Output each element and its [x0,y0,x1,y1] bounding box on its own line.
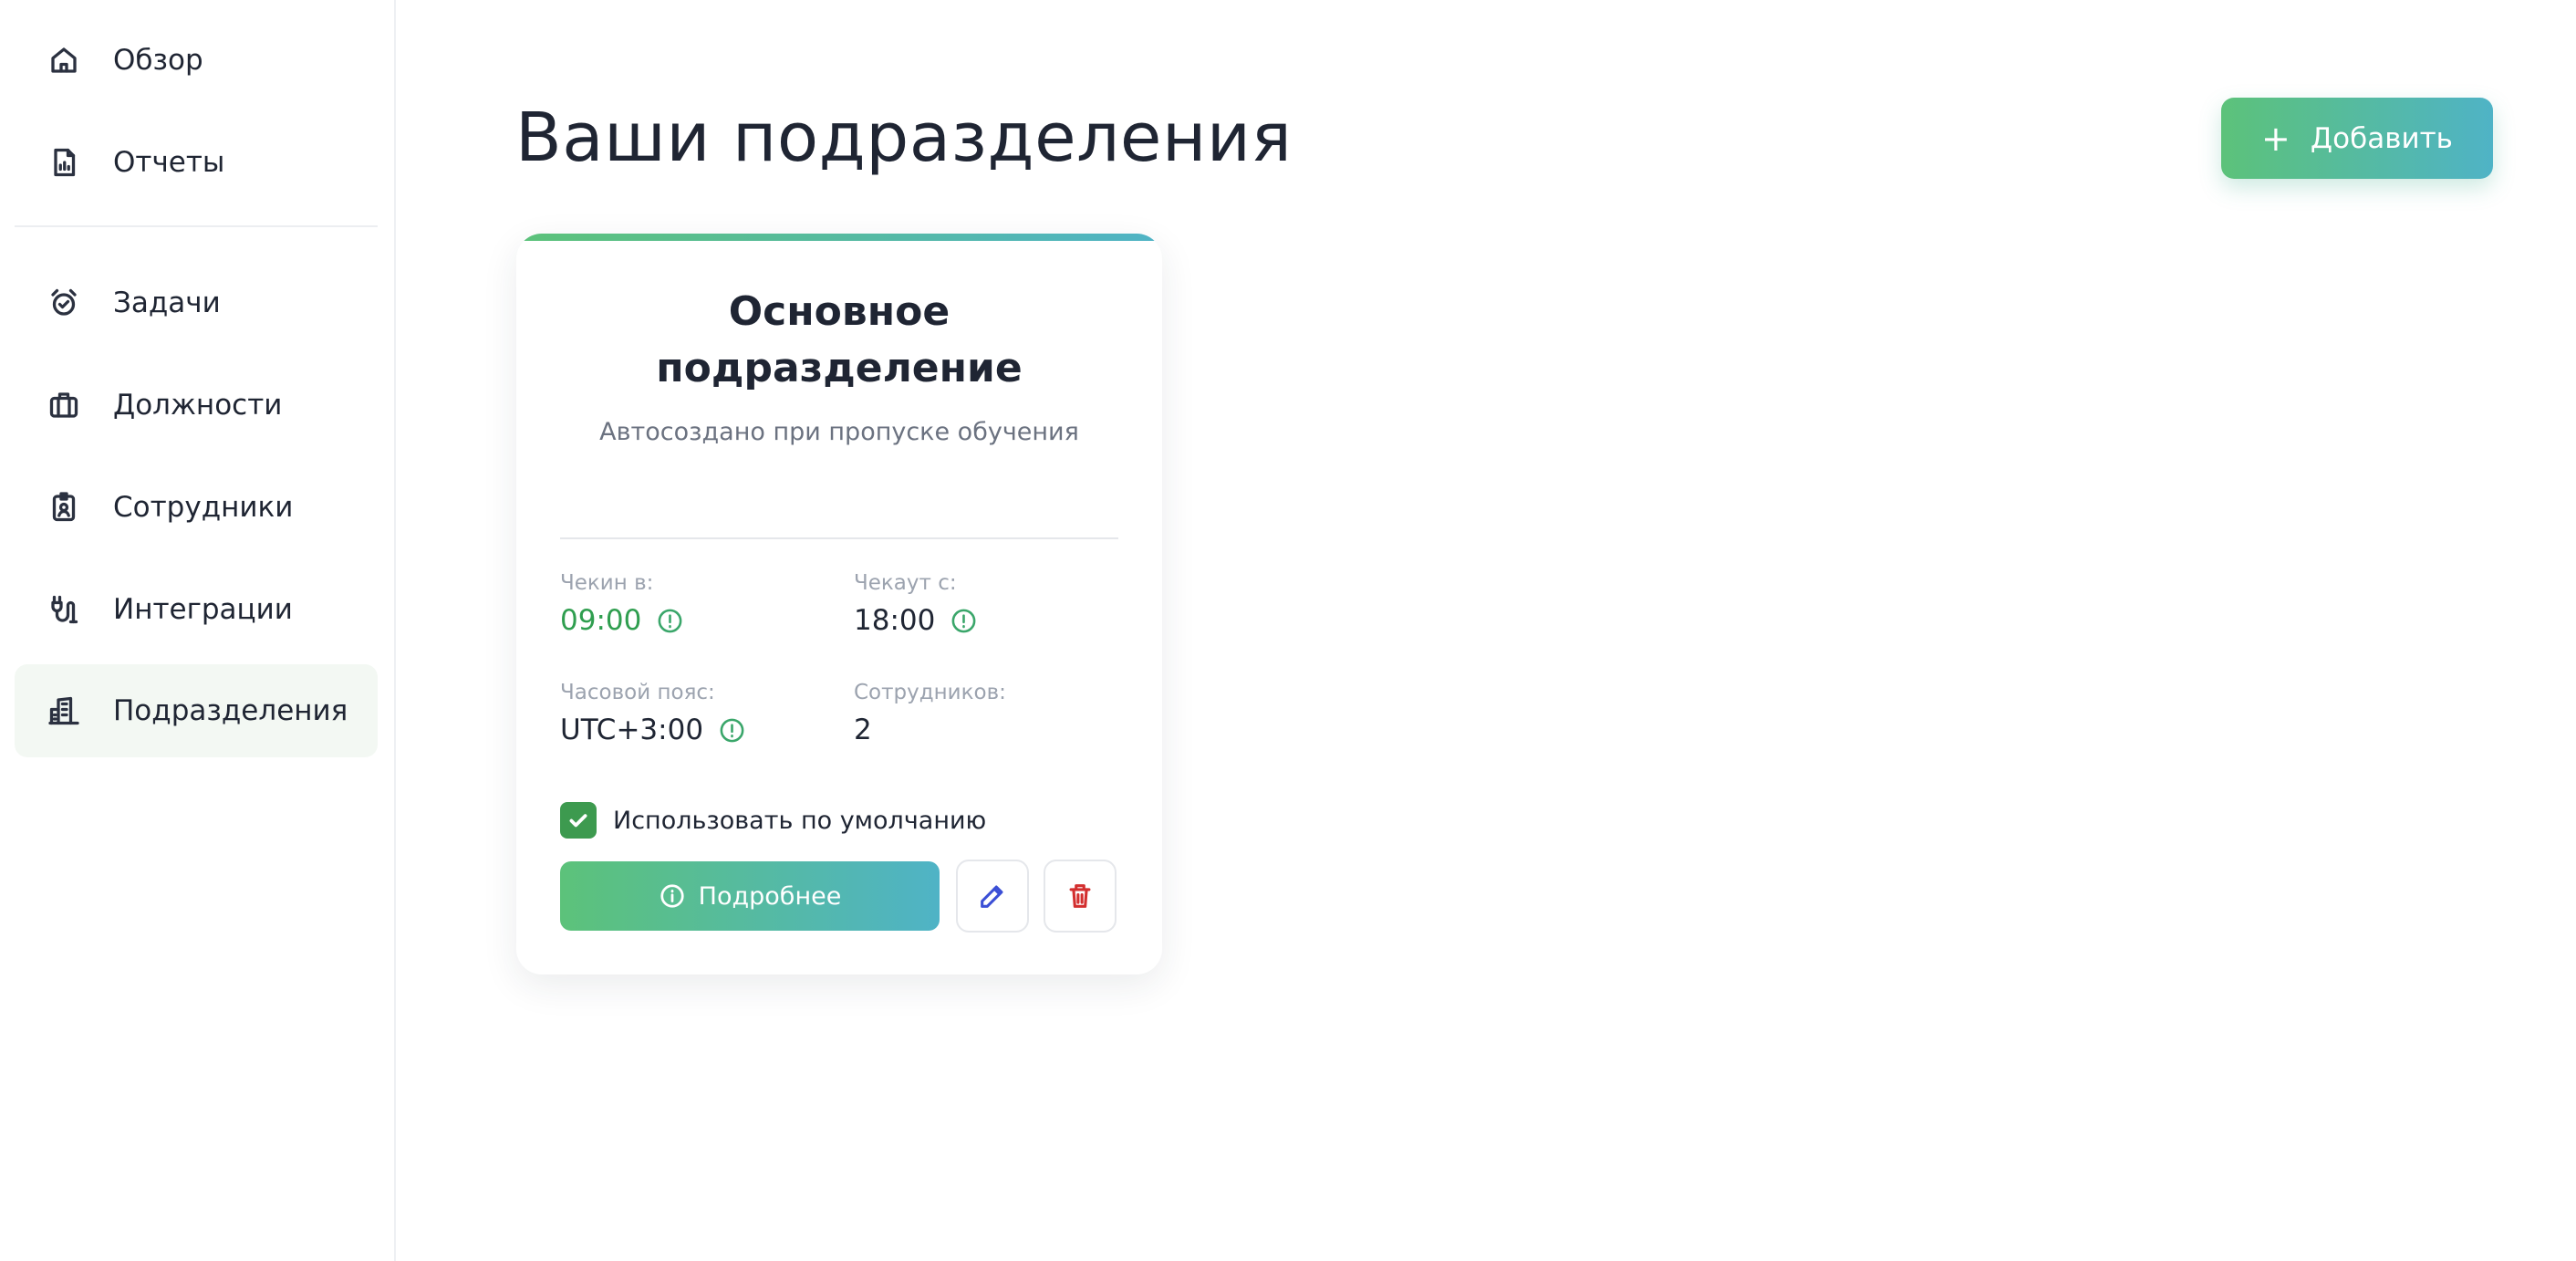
checkin-info-icon[interactable] [656,607,684,635]
details-button-label: Подробнее [698,881,842,911]
plug-icon [46,591,82,628]
default-checkbox-label[interactable]: Использовать по умолчанию [613,807,986,835]
checkin-label: Чекин в: [560,571,654,595]
edit-button[interactable] [956,860,1029,933]
checkin-value-row: 09:00 [560,604,684,637]
sidebar-item-tasks[interactable]: Задачи [15,256,378,349]
sidebar-item-label: Интеграции [113,593,293,626]
sidebar-item-reports[interactable]: Отчеты [15,116,378,209]
default-checkbox-row[interactable]: Использовать по умолчанию [560,802,986,839]
default-checkbox[interactable] [560,802,597,839]
plus-icon: + [2261,118,2290,159]
sidebar-item-integrations[interactable]: Интеграции [15,563,378,656]
card-accent-bar [516,234,1162,241]
checkin-field: Чекин в: 09:00 [560,571,684,637]
timezone-label: Часовой пояс: [560,681,715,704]
department-card: Основное подразделение Автосоздано при п… [516,234,1162,974]
home-icon [46,42,82,78]
sidebar-item-employees[interactable]: Сотрудники [15,461,378,554]
report-icon [46,144,82,181]
page-title: Ваши подразделения [515,99,1293,177]
id-badge-icon [46,489,82,526]
alarm-clock-icon [46,285,82,321]
timezone-value: UTC+3:00 [560,714,704,746]
pencil-icon [981,885,1003,908]
checkout-info-icon[interactable] [950,607,978,635]
add-button[interactable]: + Добавить [2221,98,2493,179]
timezone-value-row: UTC+3:00 [560,714,746,746]
sidebar-item-label: Обзор [113,44,203,77]
briefcase-icon [46,387,82,423]
delete-button[interactable] [1044,860,1117,933]
checkout-field: Чекаут с: 18:00 [854,571,978,637]
sidebar-item-label: Подразделения [113,694,348,727]
sidebar-item-label: Должности [113,389,283,422]
employees-field: Сотрудников: 2 [854,681,1006,746]
info-icon [660,884,684,908]
timezone-info-icon[interactable] [718,716,746,745]
trash-icon [1069,884,1091,908]
department-title: Основное подразделение [656,288,1023,391]
sidebar-item-label: Сотрудники [113,491,294,524]
employees-label: Сотрудников: [854,681,1006,704]
sidebar-item-overview[interactable]: Обзор [15,14,378,107]
checkout-value: 18:00 [854,604,936,637]
checkout-label: Чекаут с: [854,571,957,595]
add-button-label: Добавить [2310,121,2453,155]
sidebar-item-label: Задачи [113,287,221,319]
details-button[interactable]: Подробнее [560,861,940,931]
timezone-field: Часовой пояс: UTC+3:00 [560,681,746,746]
building-icon [46,693,82,729]
sidebar-item-departments[interactable]: Подразделения [15,664,378,757]
department-subtitle: Автосоздано при пропуске обучения [599,418,1079,446]
sidebar-divider [15,225,378,227]
card-divider [560,537,1118,539]
sidebar-item-label: Отчеты [113,146,225,179]
sidebar-item-positions[interactable]: Должности [15,359,378,452]
employees-count: 2 [854,714,872,746]
employees-value-row: 2 [854,714,1006,746]
checkout-value-row: 18:00 [854,604,978,637]
sidebar: Обзор Отчеты Задачи Должности Сотрудники… [0,0,396,1261]
checkin-value: 09:00 [560,604,642,637]
checkmark-icon [569,814,587,828]
